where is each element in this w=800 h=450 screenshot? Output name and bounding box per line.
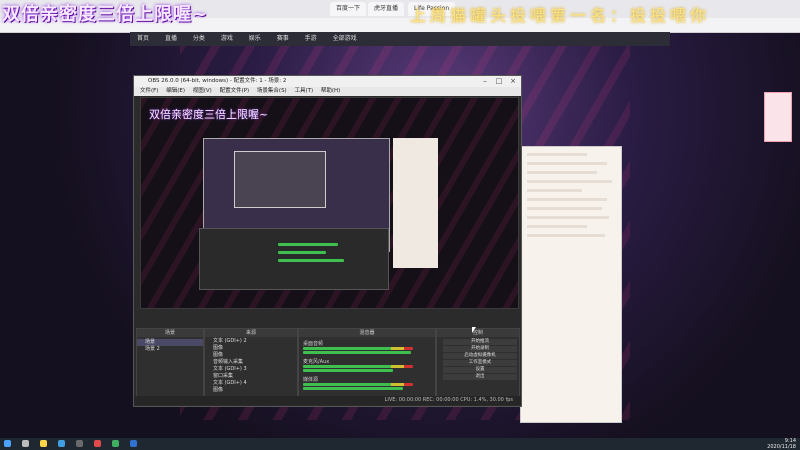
menu-tools[interactable]: 工具(T) — [294, 87, 313, 96]
start-streaming-button[interactable]: 开始推流 — [443, 339, 517, 345]
menu-scene-collection[interactable]: 场景集合(S) — [257, 87, 287, 96]
app-taskbar-icon[interactable] — [94, 440, 101, 447]
mixer-dock: 混音器 桌面音频 麦克风/Aux 媒体源 — [298, 328, 436, 402]
overlay-text-right: 上周猫罐头投喂第一名：投投喂你 — [410, 6, 711, 25]
mixer-channel-label: 麦克风/Aux — [303, 359, 330, 365]
maximize-icon[interactable]: □ — [492, 76, 506, 87]
site-nav-item[interactable]: 赛事 — [277, 32, 289, 46]
audio-meter — [303, 383, 413, 386]
obs-window: OBS 26.0.0 (64-bit, windows) - 配置文件: 1 -… — [133, 75, 522, 407]
site-nav-item[interactable]: 首页 — [137, 32, 149, 46]
source-item[interactable]: 文本 (GDI+) 3 — [205, 366, 297, 373]
site-nav-item[interactable]: 分类 — [193, 32, 205, 46]
preview-side-panel — [393, 138, 438, 268]
source-item[interactable]: 音频输入采集 — [205, 359, 297, 366]
site-nav-item[interactable]: 娱乐 — [249, 32, 261, 46]
mixer-dock-header: 混音器 — [299, 329, 435, 337]
scene-item[interactable]: 场景 — [137, 339, 203, 346]
stream-info-panel — [520, 146, 622, 423]
app-taskbar-icon[interactable] — [112, 440, 119, 447]
source-item[interactable]: 文本 (GDI+) 4 — [205, 380, 297, 387]
start-recording-button[interactable]: 开始录制 — [443, 346, 517, 352]
mixer-channel-label: 媒体源 — [303, 377, 319, 383]
app-taskbar-icon[interactable] — [130, 440, 137, 447]
source-item[interactable]: 图像 — [205, 345, 297, 352]
obs-menu-bar: 文件(F) 编辑(E) 视图(V) 配置文件(P) 场景集合(S) 工具(T) … — [134, 87, 521, 96]
scenes-dock-header: 场景 — [137, 329, 203, 337]
mixer-channel-label: 桌面音频 — [303, 341, 324, 347]
audio-meter — [303, 347, 413, 350]
source-item[interactable]: 窗口采集 — [205, 373, 297, 380]
volume-slider[interactable] — [303, 351, 411, 354]
clock-date: 2020/11/18 — [767, 444, 796, 450]
site-nav-item[interactable]: 手游 — [305, 32, 317, 46]
sources-dock: 来源 文本 (GDI+) 2 图像 图像 音频输入采集 文本 (GDI+) 3 … — [204, 328, 298, 402]
site-nav-bar: 首页 直播 分类 游戏 娱乐 赛事 手游 全部游戏 — [130, 32, 670, 46]
close-icon[interactable]: × — [506, 76, 520, 87]
settings-button[interactable]: 设置 — [443, 367, 517, 373]
browser-tab[interactable]: 百度一下 — [330, 2, 367, 16]
menu-profile[interactable]: 配置文件(P) — [220, 87, 250, 96]
nested-overlay-text: 双倍亲密度三倍上限喔~ — [149, 108, 269, 121]
search-icon[interactable] — [22, 440, 29, 447]
nested-preview-inner — [234, 151, 326, 208]
side-ad-banner[interactable] — [764, 92, 792, 142]
start-virtual-camera-button[interactable]: 启动虚拟摄像机 — [443, 353, 517, 359]
site-nav-item[interactable]: 游戏 — [221, 32, 233, 46]
minimize-icon[interactable]: – — [478, 76, 492, 87]
edge-browser-icon[interactable] — [58, 440, 65, 447]
menu-file[interactable]: 文件(F) — [140, 87, 158, 96]
nested-meter — [278, 251, 326, 254]
overlay-text-left: 双倍亲密度三倍上限喔~ — [2, 4, 209, 25]
site-nav-item[interactable]: 全部游戏 — [333, 32, 357, 46]
nested-meter — [278, 259, 344, 262]
start-menu-icon[interactable] — [4, 440, 11, 447]
studio-mode-button[interactable]: 工作室模式 — [443, 360, 517, 366]
source-item[interactable]: 图像 — [205, 387, 297, 394]
file-explorer-icon[interactable] — [40, 440, 47, 447]
obs-preview[interactable]: 双倍亲密度三倍上限喔~ — [140, 97, 519, 309]
audio-meter — [303, 365, 413, 368]
menu-view[interactable]: 视图(V) — [193, 87, 212, 96]
controls-dock-header: 控制 — [437, 329, 519, 337]
nested-obs-docks — [199, 228, 389, 290]
nested-meter — [278, 243, 338, 246]
menu-edit[interactable]: 编辑(E) — [166, 87, 185, 96]
site-nav-item[interactable]: 直播 — [165, 32, 177, 46]
volume-slider[interactable] — [303, 387, 403, 390]
controls-dock: 控制 开始推流 开始录制 启动虚拟摄像机 工作室模式 设置 退出 — [436, 328, 520, 402]
obs-taskbar-icon[interactable] — [76, 440, 83, 447]
volume-slider[interactable] — [303, 369, 393, 372]
source-item[interactable]: 文本 (GDI+) 2 — [205, 338, 297, 345]
scene-item[interactable]: 场景 2 — [137, 346, 203, 353]
mouse-cursor-icon — [472, 327, 476, 333]
scenes-dock: 场景 场景 场景 2 — [136, 328, 204, 402]
obs-status-bar: LIVE: 00:00:00 REC: 00:00:00 CPU: 1.4%, … — [134, 396, 521, 405]
menu-help[interactable]: 帮助(H) — [321, 87, 340, 96]
windows-taskbar — [0, 438, 800, 450]
source-item[interactable]: 图像 — [205, 352, 297, 359]
obs-title-bar: OBS 26.0.0 (64-bit, windows) - 配置文件: 1 -… — [134, 76, 521, 87]
taskbar-clock[interactable]: 9:14 2020/11/18 — [766, 438, 796, 450]
sources-dock-header: 来源 — [205, 329, 297, 337]
exit-button[interactable]: 退出 — [443, 374, 517, 380]
browser-tab[interactable]: 虎牙直播 — [368, 2, 405, 16]
